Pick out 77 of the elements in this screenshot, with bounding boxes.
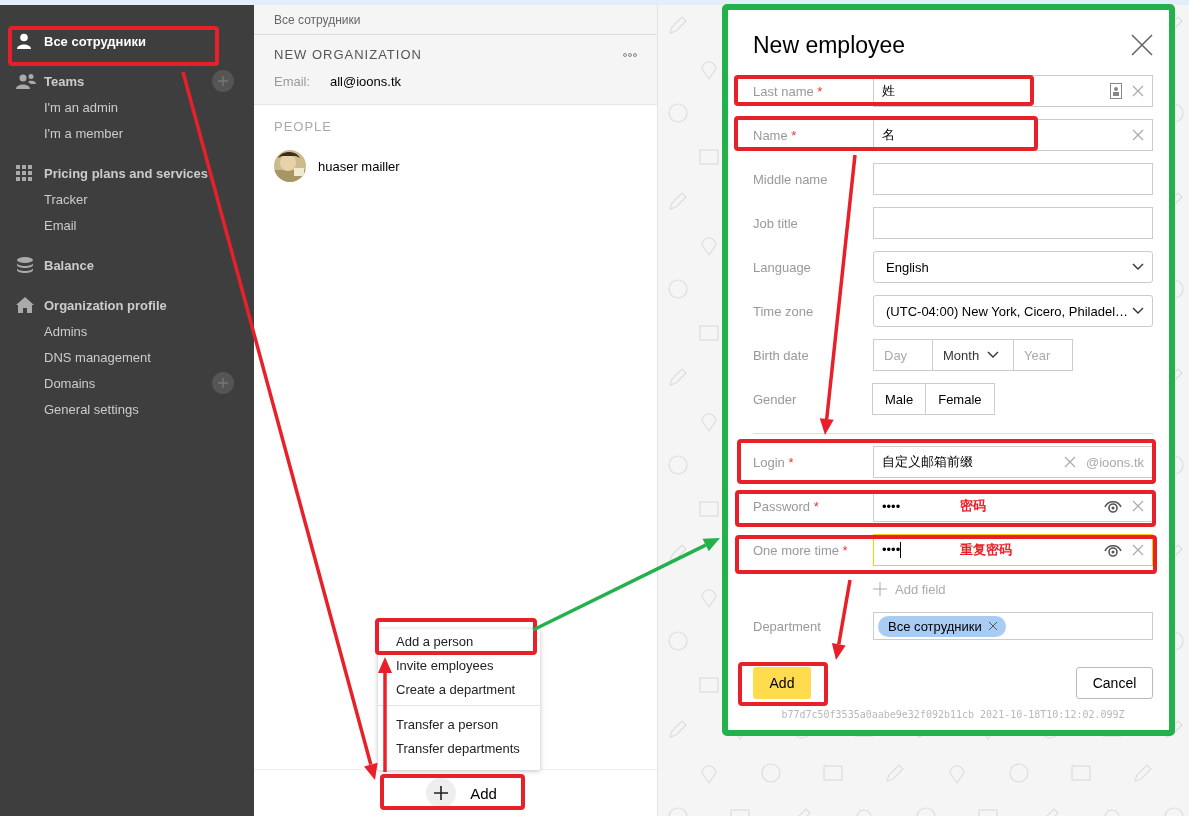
more-icon[interactable] bbox=[623, 52, 637, 57]
field-label: Login * bbox=[753, 454, 795, 470]
text-field[interactable]: 姓 bbox=[873, 75, 1153, 107]
sidebar-item[interactable]: Organization profile bbox=[44, 297, 234, 313]
section-heading: PEOPLE bbox=[274, 119, 334, 134]
gender-option[interactable]: Female bbox=[925, 383, 995, 415]
field-label: Job title bbox=[753, 215, 799, 231]
field-label: Time zone bbox=[753, 303, 815, 319]
clear-icon[interactable] bbox=[1132, 129, 1144, 141]
clear-icon[interactable] bbox=[1132, 85, 1144, 97]
field-label: Department bbox=[753, 618, 822, 634]
clear-icon[interactable] bbox=[1132, 500, 1144, 512]
clear-icon[interactable] bbox=[1064, 456, 1076, 468]
sidebar-subitem[interactable]: General settings bbox=[44, 401, 234, 417]
field-label: Password * bbox=[753, 498, 820, 514]
close-icon[interactable] bbox=[1131, 34, 1153, 56]
email-value: all@ioons.tk bbox=[330, 74, 401, 89]
chevron-down-icon bbox=[987, 351, 1000, 359]
sidebar-subitem[interactable]: Tracker bbox=[44, 191, 234, 207]
department-tag[interactable]: Все сотрудники bbox=[878, 615, 1006, 637]
menu-item[interactable]: Transfer a person bbox=[378, 712, 540, 736]
person-name[interactable]: huaser mailler bbox=[318, 158, 400, 174]
text-field[interactable]: 名 bbox=[873, 119, 1153, 151]
person-icon bbox=[16, 33, 32, 49]
field-label: Name * bbox=[753, 127, 798, 143]
field-label: One more time * bbox=[753, 542, 849, 558]
chevron-down-icon bbox=[1132, 307, 1144, 315]
add-icon[interactable] bbox=[212, 372, 234, 394]
sidebar-subitem[interactable]: I'm a member bbox=[44, 125, 234, 141]
sidebar-item[interactable]: Balance bbox=[44, 257, 234, 273]
build-info: b77d7c50f3535a0aabe9e32f092b11cb 2021-10-18T10:12:02.099Z bbox=[780, 709, 1126, 720]
field-label: Gender bbox=[753, 391, 798, 407]
password-field[interactable]: •••• 重复密码 bbox=[873, 534, 1153, 566]
text-field[interactable] bbox=[873, 163, 1153, 195]
coins-icon bbox=[16, 257, 34, 273]
chevron-down-icon bbox=[1132, 263, 1144, 271]
cancel-button[interactable]: Cancel bbox=[1076, 667, 1153, 699]
sidebar-subitem[interactable]: Email bbox=[44, 217, 234, 233]
gender-option[interactable]: Male bbox=[872, 383, 927, 415]
sidebar-item[interactable]: Pricing plans and services bbox=[44, 165, 234, 181]
email-label: Email: bbox=[274, 74, 312, 89]
sidebar-item[interactable]: Teams bbox=[44, 73, 212, 89]
add-button[interactable]: Add bbox=[426, 778, 497, 808]
field-label: Last name * bbox=[753, 83, 824, 99]
sidebar-subitem[interactable]: DNS management bbox=[44, 349, 234, 365]
menu-item[interactable]: Create a department bbox=[378, 677, 540, 701]
clear-icon[interactable] bbox=[1132, 544, 1144, 556]
grid-icon bbox=[16, 165, 32, 181]
month-select[interactable]: Month bbox=[932, 339, 1014, 371]
plus-icon bbox=[873, 582, 887, 596]
menu-item[interactable]: Invite employees bbox=[378, 653, 540, 677]
sidebar-subitem[interactable]: Domains bbox=[44, 375, 212, 391]
eye-icon[interactable] bbox=[1104, 498, 1122, 514]
text-field[interactable] bbox=[873, 207, 1153, 239]
menu-item[interactable]: Add a person bbox=[378, 629, 540, 653]
plus-icon bbox=[426, 778, 457, 808]
breadcrumb: Все сотрудники bbox=[254, 5, 657, 35]
dialog-title: New employee bbox=[753, 31, 906, 59]
sidebar-item[interactable]: Все сотрудники bbox=[44, 33, 234, 49]
add-button[interactable]: Add bbox=[753, 667, 811, 699]
eye-icon[interactable] bbox=[1104, 542, 1122, 558]
field-label: Middle name bbox=[753, 171, 829, 187]
tag-field[interactable]: Все сотрудники bbox=[873, 612, 1153, 640]
people-icon bbox=[16, 73, 36, 89]
field-label: Language bbox=[753, 259, 812, 275]
field-label: Birth date bbox=[753, 347, 810, 363]
menu-item[interactable]: Transfer departments bbox=[378, 736, 540, 760]
text-field[interactable]: 自定义邮箱前缀 @ioons.tk bbox=[873, 446, 1153, 478]
sidebar-subitem[interactable]: Admins bbox=[44, 323, 234, 339]
select-field[interactable]: English bbox=[873, 251, 1153, 283]
organization-title: NEW ORGANIZATION bbox=[274, 47, 422, 62]
contact-card-icon[interactable] bbox=[1110, 83, 1122, 99]
house-icon bbox=[16, 297, 34, 313]
add-icon[interactable] bbox=[212, 70, 234, 92]
select-field[interactable]: (UTC-04:00) New York, Cicero, Philadel… bbox=[873, 295, 1153, 327]
remove-icon[interactable] bbox=[987, 621, 998, 631]
sidebar-subitem[interactable]: I'm an admin bbox=[44, 99, 234, 115]
